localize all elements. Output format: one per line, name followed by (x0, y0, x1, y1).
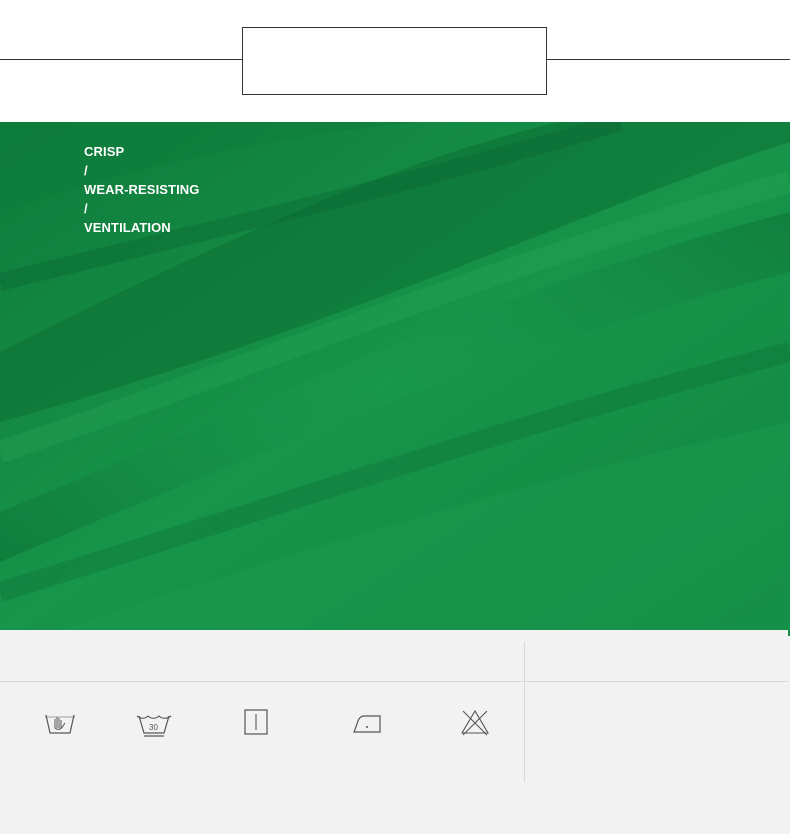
feature-separator: / (84, 163, 88, 178)
iron-low-icon (350, 706, 384, 740)
header-divider-right (546, 59, 790, 60)
feature-wear-resisting: WEAR-RESISTING (84, 182, 200, 197)
feature-ventilation: VENTILATION (84, 220, 171, 235)
feature-crisp: CRISP (84, 144, 125, 159)
care-divider-horizontal (0, 681, 788, 682)
title-box (242, 27, 547, 95)
hand-wash-icon (43, 706, 77, 740)
care-divider-vertical (524, 642, 525, 782)
care-instructions-panel: 30 (0, 630, 790, 834)
wash-temperature-label: 30 (149, 723, 158, 732)
header-divider-left (0, 59, 243, 60)
do-not-bleach-icon (458, 706, 492, 740)
wash-30-icon: 30 (136, 706, 172, 740)
page-header (0, 0, 790, 122)
feature-list: CRISP / WEAR-RESISTING / VENTILATION (84, 142, 200, 237)
drip-dry-icon (240, 706, 274, 740)
fabric-photo: CRISP / WEAR-RESISTING / VENTILATION (0, 122, 790, 630)
feature-separator: / (84, 201, 88, 216)
